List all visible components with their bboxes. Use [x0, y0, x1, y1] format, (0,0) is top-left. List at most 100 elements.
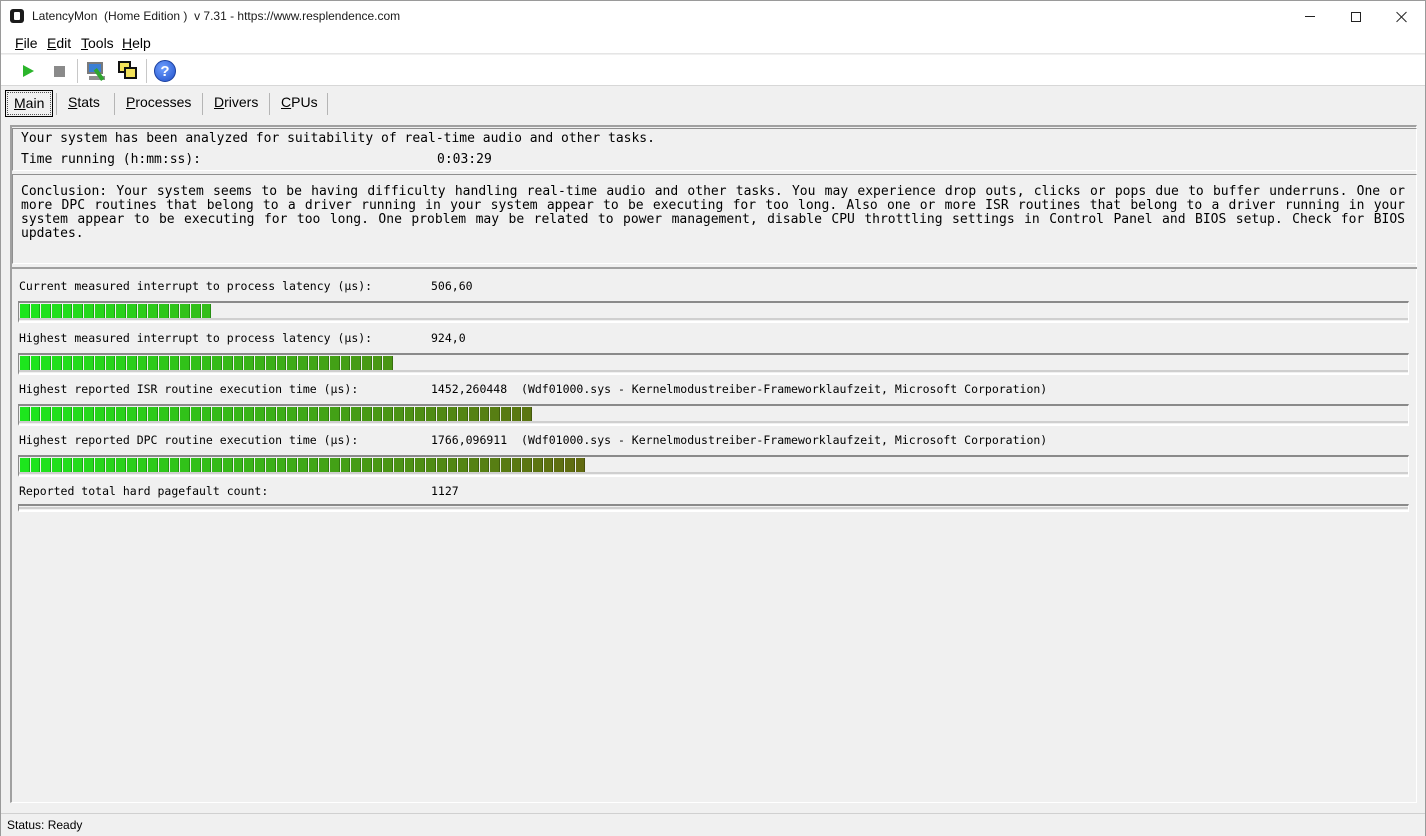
windows-button[interactable]	[115, 58, 141, 84]
bar-segment	[479, 458, 490, 472]
latency-bar-isr	[18, 404, 1409, 426]
menu-tools[interactable]: Tools	[81, 35, 114, 51]
bar-segment	[244, 407, 255, 421]
bar-segment	[62, 304, 73, 318]
bar-segment	[73, 458, 84, 472]
bar-segment	[180, 304, 190, 318]
bar-segment	[351, 458, 361, 472]
bar-segment	[522, 458, 532, 472]
bar-segment	[297, 356, 308, 370]
bar-segment	[137, 304, 148, 318]
bar-segment	[41, 407, 52, 421]
bar-segment	[41, 458, 52, 472]
bar-segment	[94, 356, 105, 370]
metric-label: Reported total hard pagefault count:	[19, 484, 269, 498]
bar-segment	[383, 458, 394, 472]
bar-segment	[212, 356, 223, 370]
bar-segment	[329, 407, 340, 421]
bar-segment	[265, 356, 276, 370]
bar-segment	[479, 407, 490, 421]
tab-bar: Main Stats Processes Drivers CPUs	[1, 87, 1425, 119]
menu-file[interactable]: File	[15, 35, 38, 51]
tab-main[interactable]: Main	[5, 90, 54, 117]
play-icon	[22, 65, 34, 77]
bar-segment	[126, 304, 137, 318]
windows-icon	[117, 60, 139, 82]
stop-button[interactable]	[46, 58, 72, 84]
minimize-button[interactable]	[1287, 1, 1333, 32]
menu-edit[interactable]: Edit	[47, 35, 71, 51]
bar-segment	[244, 356, 255, 370]
bar-segment	[20, 407, 30, 421]
latency-bar-current-interrupt	[18, 301, 1409, 323]
bar-segment	[148, 458, 158, 472]
metric-value: 1452,260448 (Wdf01000.sys - Kernelmodust…	[431, 382, 1048, 396]
bar-segment	[415, 458, 426, 472]
bar-segment	[458, 407, 468, 421]
help-button[interactable]: ?	[152, 58, 178, 84]
bar-segment	[319, 458, 329, 472]
bar-segment	[233, 458, 244, 472]
bar-segment	[447, 458, 458, 472]
bar-segment	[394, 458, 404, 472]
bar-segment	[511, 458, 522, 472]
bar-segment	[158, 458, 169, 472]
tab-stats[interactable]: Stats	[60, 90, 108, 117]
bar-segment	[468, 458, 479, 472]
bar-segment	[126, 407, 137, 421]
bar-segment	[511, 407, 522, 421]
bar-segment	[436, 458, 447, 472]
bar-segment	[565, 458, 575, 472]
bar-segment	[180, 356, 190, 370]
bar-segment	[233, 407, 244, 421]
tab-drivers[interactable]: Drivers	[206, 90, 266, 117]
bar-segment	[20, 458, 30, 472]
bar-segment	[148, 356, 158, 370]
close-button[interactable]	[1379, 1, 1425, 32]
bar-segment	[116, 304, 126, 318]
bar-segment	[490, 407, 500, 421]
bar-segment	[383, 407, 394, 421]
bar-segment	[158, 304, 169, 318]
tab-separator	[56, 93, 57, 115]
tab-cpus[interactable]: CPUs	[273, 90, 326, 117]
bar-segment	[276, 407, 287, 421]
bar-segment	[169, 407, 180, 421]
bar-segment	[255, 407, 265, 421]
bar-segment	[169, 356, 180, 370]
bar-segment	[116, 458, 126, 472]
bar-segment	[426, 407, 436, 421]
latency-bar-dpc	[18, 455, 1409, 477]
bar-segment	[500, 407, 511, 421]
time-running-label: Time running (h:mm:ss):	[21, 152, 202, 167]
bar-segment	[137, 407, 148, 421]
bar-segment	[169, 458, 180, 472]
maximize-button[interactable]	[1333, 1, 1379, 32]
bar-segment	[126, 356, 137, 370]
metric-label: Highest measured interrupt to process la…	[19, 331, 373, 345]
metric-label: Highest reported ISR routine execution t…	[19, 382, 359, 396]
bar-segment	[52, 356, 62, 370]
bar-segment	[191, 458, 201, 472]
menu-bar: File Edit Tools Help	[1, 32, 1425, 54]
bar-segment	[20, 304, 30, 318]
metric-value: 1766,096911 (Wdf01000.sys - Kernelmodust…	[431, 433, 1048, 447]
bar-segment	[137, 458, 148, 472]
computer-tools-button[interactable]	[83, 58, 109, 84]
maximize-icon	[1351, 11, 1361, 22]
bar-segment	[84, 458, 94, 472]
bar-segment	[233, 356, 244, 370]
tab-separator	[114, 93, 115, 115]
bar-segment	[223, 458, 233, 472]
bar-segment	[426, 458, 436, 472]
bar-segment	[458, 458, 468, 472]
bar-segment	[84, 304, 94, 318]
bar-segment	[30, 304, 41, 318]
bar-segment	[201, 407, 212, 421]
bar-segment	[94, 458, 105, 472]
tab-processes[interactable]: Processes	[118, 90, 199, 117]
bar-segment	[180, 458, 190, 472]
start-button[interactable]	[15, 58, 41, 84]
metric-label: Current measured interrupt to process la…	[19, 279, 373, 293]
menu-help[interactable]: Help	[122, 35, 151, 51]
